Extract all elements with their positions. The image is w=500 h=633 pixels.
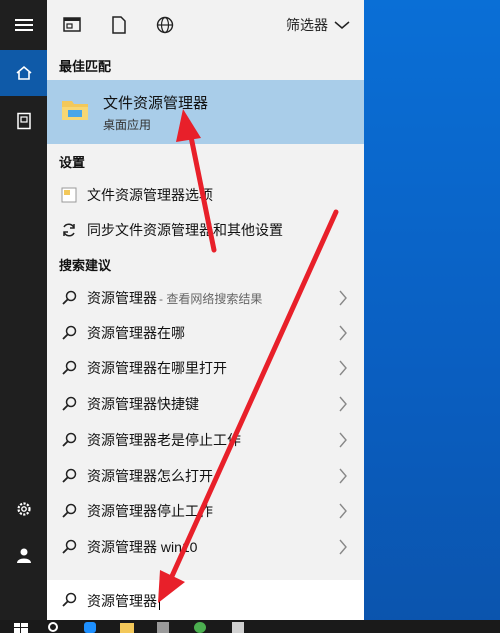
chevron-right-icon: [339, 503, 347, 519]
chevron-right-icon: [339, 539, 347, 555]
suggestion-label: 资源管理器: [87, 290, 157, 306]
best-match-subtitle: 桌面应用: [103, 118, 152, 132]
best-match-title: 文件资源管理器: [103, 95, 209, 112]
cortana-icon[interactable]: [48, 622, 58, 632]
home-button[interactable]: [0, 50, 47, 96]
settings-item[interactable]: 同步文件资源管理器和其他设置: [47, 212, 364, 248]
filter-label: 筛选器: [286, 17, 328, 33]
chevron-right-icon: [339, 290, 347, 306]
suggestion-item[interactable]: 资源管理器停止工作: [47, 493, 364, 529]
settings-icon: [16, 502, 31, 516]
section-suggestions: 搜索建议: [59, 258, 112, 273]
documents-button[interactable]: [0, 98, 47, 144]
file-explorer-taskbar-icon[interactable]: [120, 623, 134, 633]
search-query: 资源管理器: [87, 593, 157, 609]
filter-dropdown[interactable]: 筛选器: [286, 15, 350, 35]
app-icon[interactable]: [194, 622, 206, 633]
section-settings: 设置: [59, 155, 86, 170]
search-input[interactable]: 资源管理器: [47, 580, 364, 620]
suggestion-label: 资源管理器怎么打开: [87, 468, 213, 484]
app-icon[interactable]: [232, 622, 244, 633]
search-icon: [62, 432, 77, 447]
suggestion-item[interactable]: 资源管理器在哪: [47, 315, 364, 351]
chevron-right-icon: [339, 360, 347, 376]
home-icon: [15, 65, 32, 80]
search-icon: [62, 360, 77, 375]
search-toolbar: 筛选器: [47, 0, 364, 50]
document-icon: [112, 16, 126, 34]
chevron-right-icon: [339, 432, 347, 448]
suggestion-label: 资源管理器老是停止工作: [87, 432, 241, 448]
suggestion-hint: - 查看网络搜索结果: [159, 291, 263, 306]
web-filter-button[interactable]: [155, 15, 175, 35]
user-button[interactable]: [0, 532, 47, 578]
edge-icon[interactable]: [84, 622, 96, 633]
chevron-right-icon: [339, 468, 347, 484]
documents-filter-button[interactable]: [109, 15, 129, 35]
document-icon: [16, 112, 31, 130]
suggestion-item[interactable]: 资源管理器 win10: [47, 529, 364, 565]
settings-item[interactable]: 文件资源管理器选项: [47, 177, 364, 213]
taskbar: [0, 620, 500, 633]
suggestion-label: 资源管理器在哪里打开: [87, 360, 227, 376]
search-icon: [62, 592, 77, 607]
suggestion-item[interactable]: 资源管理器在哪里打开: [47, 350, 364, 386]
folder-options-icon: [61, 187, 77, 203]
menu-button[interactable]: [0, 2, 47, 48]
suggestion-item[interactable]: 资源管理器快捷键: [47, 386, 364, 422]
search-icon: [62, 503, 77, 518]
store-icon[interactable]: [157, 622, 169, 633]
settings-item-label: 文件资源管理器选项: [87, 187, 213, 203]
suggestion-label: 资源管理器停止工作: [87, 503, 213, 519]
settings-button[interactable]: [0, 486, 47, 532]
windows-logo-icon[interactable]: [14, 623, 28, 633]
folder-icon: [62, 101, 88, 120]
suggestion-item[interactable]: 资源管理器老是停止工作: [47, 422, 364, 458]
section-best-match: 最佳匹配: [59, 59, 112, 74]
user-icon: [16, 548, 31, 563]
search-icon: [62, 290, 77, 305]
search-icon: [62, 468, 77, 483]
search-icon: [62, 325, 77, 340]
best-match-item[interactable]: 文件资源管理器 桌面应用: [47, 80, 364, 144]
search-icon: [62, 396, 77, 411]
sync-icon: [63, 223, 75, 237]
apps-filter-button[interactable]: [62, 15, 82, 35]
apps-icon: [63, 17, 81, 32]
text-caret: [159, 594, 160, 611]
suggestion-item[interactable]: 资源管理器 - 查看网络搜索结果: [47, 280, 364, 316]
menu-icon: [14, 19, 33, 31]
chevron-right-icon: [339, 396, 347, 412]
globe-icon: [156, 16, 174, 34]
chevron-down-icon: [334, 21, 350, 29]
suggestion-label: 资源管理器快捷键: [87, 396, 199, 412]
search-panel: 筛选器 最佳匹配 文件资源管理器 桌面应用 设置 文件资源管理器选项 同步文件资…: [47, 0, 364, 620]
settings-item-label: 同步文件资源管理器和其他设置: [87, 222, 283, 238]
suggestion-label: 资源管理器 win10: [87, 539, 198, 555]
suggestion-item[interactable]: 资源管理器怎么打开: [47, 458, 364, 494]
chevron-right-icon: [339, 325, 347, 341]
start-rail: [0, 0, 47, 620]
search-icon: [62, 539, 77, 554]
suggestion-label: 资源管理器在哪: [87, 325, 185, 341]
